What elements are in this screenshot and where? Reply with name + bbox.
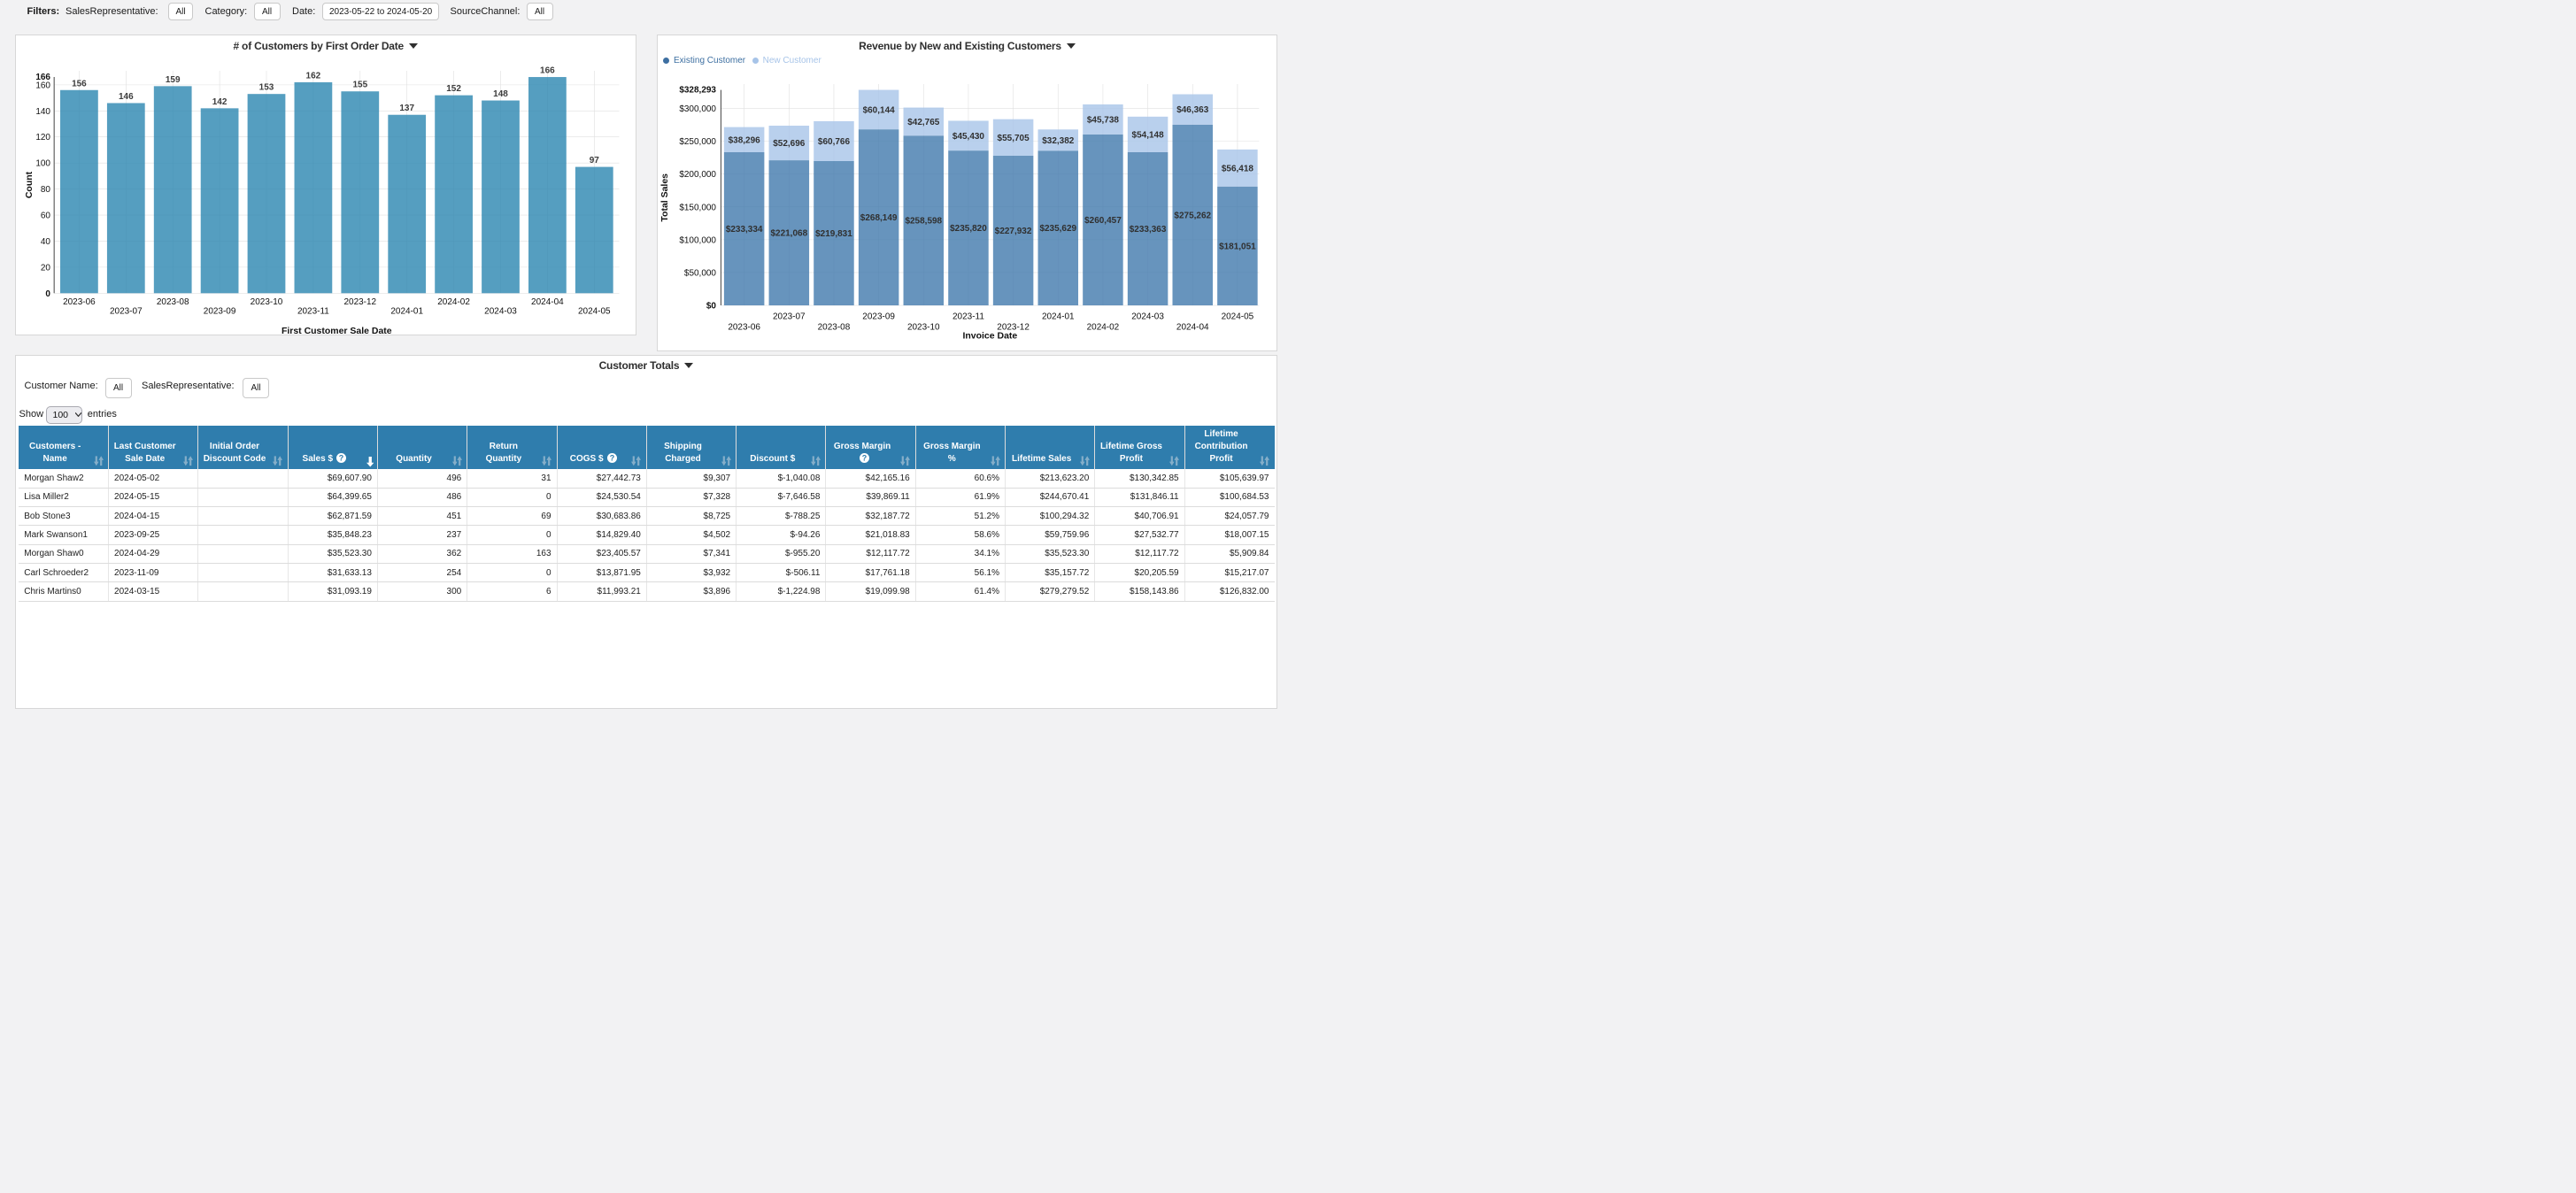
svg-text:2023-06: 2023-06 bbox=[728, 322, 760, 332]
svg-text:$45,738: $45,738 bbox=[1087, 115, 1120, 125]
svg-text:2023-08: 2023-08 bbox=[818, 322, 851, 332]
svg-text:$0: $0 bbox=[706, 301, 717, 311]
svg-text:2023-08: 2023-08 bbox=[157, 296, 189, 306]
svg-text:$219,831: $219,831 bbox=[815, 229, 852, 239]
svg-text:2023-10: 2023-10 bbox=[907, 322, 940, 332]
svg-text:2024-04: 2024-04 bbox=[531, 296, 564, 306]
svg-text:$300,000: $300,000 bbox=[679, 104, 716, 114]
svg-text:$150,000: $150,000 bbox=[679, 203, 716, 212]
svg-text:40: 40 bbox=[41, 237, 51, 247]
svg-text:?: ? bbox=[339, 453, 344, 462]
svg-text:20: 20 bbox=[41, 263, 51, 273]
svg-text:$60,766: $60,766 bbox=[818, 137, 851, 147]
svg-text:146: 146 bbox=[119, 92, 134, 102]
svg-text:2024-03: 2024-03 bbox=[484, 306, 517, 316]
svg-text:$268,149: $268,149 bbox=[860, 213, 898, 223]
svg-text:$50,000: $50,000 bbox=[684, 268, 717, 278]
svg-text:$181,051: $181,051 bbox=[1219, 242, 1256, 251]
svg-text:2024-04: 2024-04 bbox=[1176, 322, 1209, 332]
svg-text:159: 159 bbox=[166, 75, 181, 85]
svg-text:2024-01: 2024-01 bbox=[1042, 312, 1075, 321]
svg-text:$233,334: $233,334 bbox=[726, 225, 763, 235]
svg-text:$42,765: $42,765 bbox=[907, 118, 940, 127]
svg-text:2023-07: 2023-07 bbox=[773, 312, 806, 321]
svg-text:0: 0 bbox=[45, 289, 50, 298]
svg-text:$60,144: $60,144 bbox=[863, 105, 896, 115]
svg-text:$233,363: $233,363 bbox=[1130, 225, 1167, 235]
svg-text:2024-02: 2024-02 bbox=[437, 296, 470, 306]
svg-text:137: 137 bbox=[399, 104, 414, 113]
svg-text:$200,000: $200,000 bbox=[679, 170, 716, 180]
svg-text:142: 142 bbox=[212, 97, 228, 107]
svg-text:$100,000: $100,000 bbox=[679, 235, 716, 245]
svg-text:2023-12: 2023-12 bbox=[343, 296, 376, 306]
svg-text:2023-07: 2023-07 bbox=[110, 306, 143, 316]
svg-text:152: 152 bbox=[446, 84, 461, 94]
svg-text:?: ? bbox=[609, 453, 614, 462]
svg-text:$45,430: $45,430 bbox=[953, 131, 985, 141]
svg-text:Total Sales: Total Sales bbox=[660, 173, 670, 222]
svg-text:80: 80 bbox=[41, 185, 51, 195]
svg-text:2024-01: 2024-01 bbox=[390, 306, 423, 316]
svg-text:$258,598: $258,598 bbox=[905, 216, 942, 226]
svg-text:$260,457: $260,457 bbox=[1084, 216, 1122, 226]
svg-text:153: 153 bbox=[259, 82, 274, 92]
svg-text:60: 60 bbox=[41, 211, 51, 220]
svg-text:2023-09: 2023-09 bbox=[204, 306, 236, 316]
svg-text:2024-02: 2024-02 bbox=[1087, 322, 1120, 332]
svg-text:2023-10: 2023-10 bbox=[251, 296, 283, 306]
svg-text:$54,148: $54,148 bbox=[1132, 130, 1165, 140]
svg-text:$250,000: $250,000 bbox=[679, 137, 716, 147]
svg-text:$32,382: $32,382 bbox=[1042, 135, 1075, 145]
svg-text:2023-11: 2023-11 bbox=[953, 312, 984, 321]
svg-text:2023-09: 2023-09 bbox=[862, 312, 895, 321]
svg-text:160: 160 bbox=[35, 81, 50, 90]
svg-text:$55,705: $55,705 bbox=[998, 134, 1030, 143]
svg-text:$275,262: $275,262 bbox=[1174, 211, 1211, 220]
svg-text:140: 140 bbox=[35, 106, 50, 116]
svg-text:120: 120 bbox=[35, 133, 50, 142]
svg-text:$52,696: $52,696 bbox=[773, 139, 806, 149]
svg-text:148: 148 bbox=[493, 89, 508, 99]
svg-text:Invoice Date: Invoice Date bbox=[962, 331, 1017, 341]
svg-text:Count: Count bbox=[25, 171, 35, 198]
svg-text:$235,820: $235,820 bbox=[950, 224, 987, 234]
svg-text:156: 156 bbox=[72, 79, 87, 89]
svg-text:$38,296: $38,296 bbox=[729, 135, 761, 145]
svg-text:2024-03: 2024-03 bbox=[1131, 312, 1164, 321]
svg-text:$56,418: $56,418 bbox=[1222, 164, 1254, 173]
svg-text:97: 97 bbox=[590, 156, 600, 165]
svg-text:$328,293: $328,293 bbox=[679, 85, 716, 95]
svg-text:$221,068: $221,068 bbox=[770, 228, 807, 238]
svg-text:$46,363: $46,363 bbox=[1176, 105, 1209, 115]
svg-text:First Customer Sale Date: First Customer Sale Date bbox=[282, 327, 392, 336]
svg-text:2024-05: 2024-05 bbox=[578, 306, 611, 316]
svg-text:100: 100 bbox=[35, 158, 50, 168]
svg-text:2023-11: 2023-11 bbox=[297, 306, 329, 316]
svg-text:166: 166 bbox=[540, 65, 555, 75]
svg-text:162: 162 bbox=[306, 71, 321, 81]
svg-text:2023-06: 2023-06 bbox=[63, 296, 96, 306]
svg-text:2024-05: 2024-05 bbox=[1222, 312, 1254, 321]
svg-text:$235,629: $235,629 bbox=[1039, 224, 1076, 234]
svg-text:?: ? bbox=[861, 453, 867, 462]
svg-text:155: 155 bbox=[352, 80, 367, 89]
svg-text:$227,932: $227,932 bbox=[995, 227, 1032, 236]
